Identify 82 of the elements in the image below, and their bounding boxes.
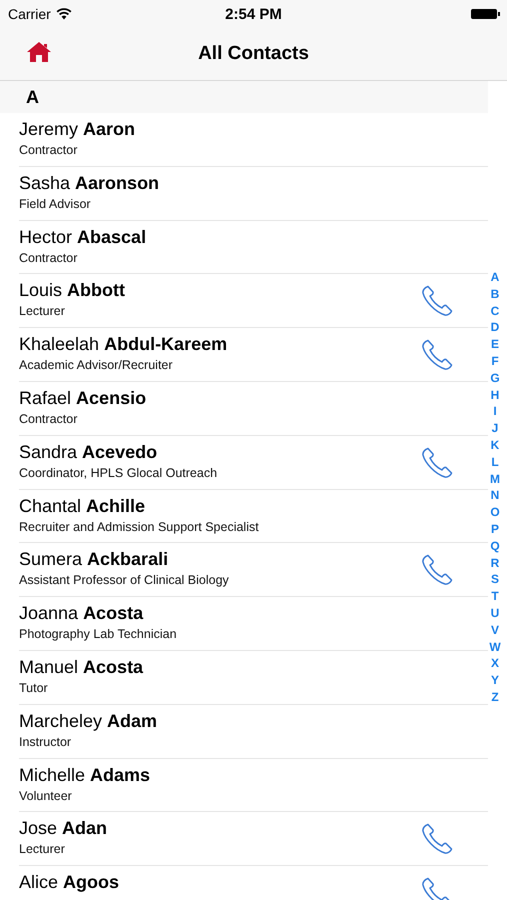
wifi-icon	[56, 8, 72, 20]
index-letter[interactable]: X	[490, 655, 499, 672]
contact-role: Lecturer	[19, 842, 66, 858]
contact-row[interactable]: Alice Agoos	[19, 866, 488, 900]
index-letter[interactable]: Z	[491, 688, 499, 706]
phone-icon[interactable]	[420, 284, 454, 318]
contact-name: Chantal Achille	[19, 496, 146, 517]
contact-role: Assistant Professor of Clinical Biology	[19, 573, 229, 588]
index-letter[interactable]: W	[489, 638, 501, 656]
contact-row[interactable]: Manuel Acosta Tutor	[19, 650, 488, 705]
index-letter[interactable]: K	[490, 436, 500, 454]
section-letter: A	[26, 86, 39, 108]
contact-role: Volunteer	[19, 788, 73, 804]
phone-icon[interactable]	[420, 338, 454, 372]
index-letter[interactable]: E	[490, 336, 499, 353]
index-letter[interactable]: O	[490, 504, 500, 521]
contact-name: Sasha Aaronson	[19, 172, 160, 194]
contact-row[interactable]: Sandra Acevedo Coordinator, HPLS Glocal Outreach	[19, 436, 488, 490]
contact-row[interactable]: Chantal Achille Recruiter and Admission Support Specialist	[19, 490, 488, 544]
contact-row[interactable]: Joanna Acosta Photography Lab Technician	[19, 597, 488, 651]
index-letter[interactable]: R	[490, 554, 500, 572]
contact-role: Field Advisor	[19, 196, 92, 212]
contact-row[interactable]: Rafael Acensio Contractor	[19, 382, 488, 436]
contact-name: Khaleelah Abdul-Kareem	[19, 334, 228, 356]
status-time: 2:54 PM	[225, 6, 282, 22]
contact-role: Recruiter and Admission Support Specialist	[19, 520, 259, 535]
contact-name: Louis Abbott	[19, 280, 126, 302]
contact-role: Contractor	[19, 143, 78, 158]
index-letter[interactable]: V	[490, 622, 499, 639]
contact-name: Alice Agoos	[19, 872, 120, 894]
contact-name: Rafael Acensio	[19, 388, 146, 409]
contact-name: Jeremy Aaron	[19, 119, 136, 140]
index-letter[interactable]: Q	[490, 538, 500, 555]
contact-role: Instructor	[19, 734, 72, 750]
index-letter[interactable]: Y	[490, 672, 499, 689]
contact-row[interactable]: Khaleelah Abdul-Kareem Academic Advisor/Recruiter	[19, 328, 488, 382]
contact-role: Photography Lab Technician	[19, 627, 177, 642]
index-letter[interactable]: P	[490, 520, 499, 538]
index-letter[interactable]: C	[490, 302, 500, 320]
contact-role: Tutor	[19, 680, 49, 696]
index-letter[interactable]: I	[493, 403, 497, 420]
index-letter[interactable]: J	[492, 420, 498, 437]
contact-role: Lecturer	[19, 304, 66, 320]
contact-name: Sumera Ackbarali	[19, 549, 170, 570]
contact-row[interactable]: Jose Adan Lecturer	[19, 812, 488, 866]
screen-title: All Contacts	[198, 43, 309, 65]
home-icon[interactable]	[26, 41, 52, 63]
contact-role: Coordinator, HPLS Glocal Outreach	[19, 466, 218, 481]
index-letter[interactable]: G	[490, 370, 500, 387]
phone-icon[interactable]	[420, 446, 454, 480]
index-letter[interactable]: B	[490, 286, 500, 303]
contact-role: Academic Advisor/Recruiter	[19, 358, 174, 374]
contact-name: Hector Abascal	[19, 226, 146, 248]
contact-row[interactable]: Hector Abascal Contractor	[19, 220, 488, 274]
index-letter[interactable]: F	[491, 352, 499, 370]
index-letter[interactable]: N	[490, 487, 500, 504]
phone-icon[interactable]	[420, 553, 454, 588]
contact-role: Contractor	[19, 250, 78, 266]
contact-name: Joanna Acosta	[19, 603, 144, 624]
index-letter[interactable]: M	[490, 470, 500, 488]
contact-row[interactable]: Sasha Aaronson Field Advisor	[19, 166, 488, 221]
contact-name: Sandra Acevedo	[19, 442, 158, 463]
contact-name: Michelle Adams	[19, 764, 150, 786]
contact-row[interactable]: Sumera Ackbarali Assistant Professor of Clinical Biology	[19, 543, 488, 598]
index-letter[interactable]: A	[490, 269, 500, 286]
index-letter[interactable]: T	[491, 588, 499, 605]
contact-role: Contractor	[19, 412, 78, 427]
carrier-label: Carrier	[8, 6, 51, 22]
contact-row[interactable]: Michelle Adams Volunteer	[19, 758, 488, 812]
battery-icon	[471, 8, 501, 20]
phone-icon[interactable]	[420, 822, 454, 856]
index-letter[interactable]: H	[490, 386, 500, 404]
index-letter[interactable]: D	[490, 319, 500, 336]
contact-row[interactable]: Louis Abbott Lecturer	[19, 274, 488, 328]
index-letter[interactable]: U	[490, 604, 500, 622]
contact-name: Marcheley Adam	[19, 710, 158, 732]
contact-name: Jose Adan	[19, 818, 108, 840]
contact-name: Manuel Acosta	[19, 656, 144, 678]
index-letter[interactable]: S	[490, 571, 499, 588]
contact-row[interactable]: Marcheley Adam Instructor	[19, 704, 488, 759]
contact-row[interactable]: Jeremy Aaron Contractor	[19, 113, 488, 167]
index-letter[interactable]: L	[491, 454, 499, 471]
